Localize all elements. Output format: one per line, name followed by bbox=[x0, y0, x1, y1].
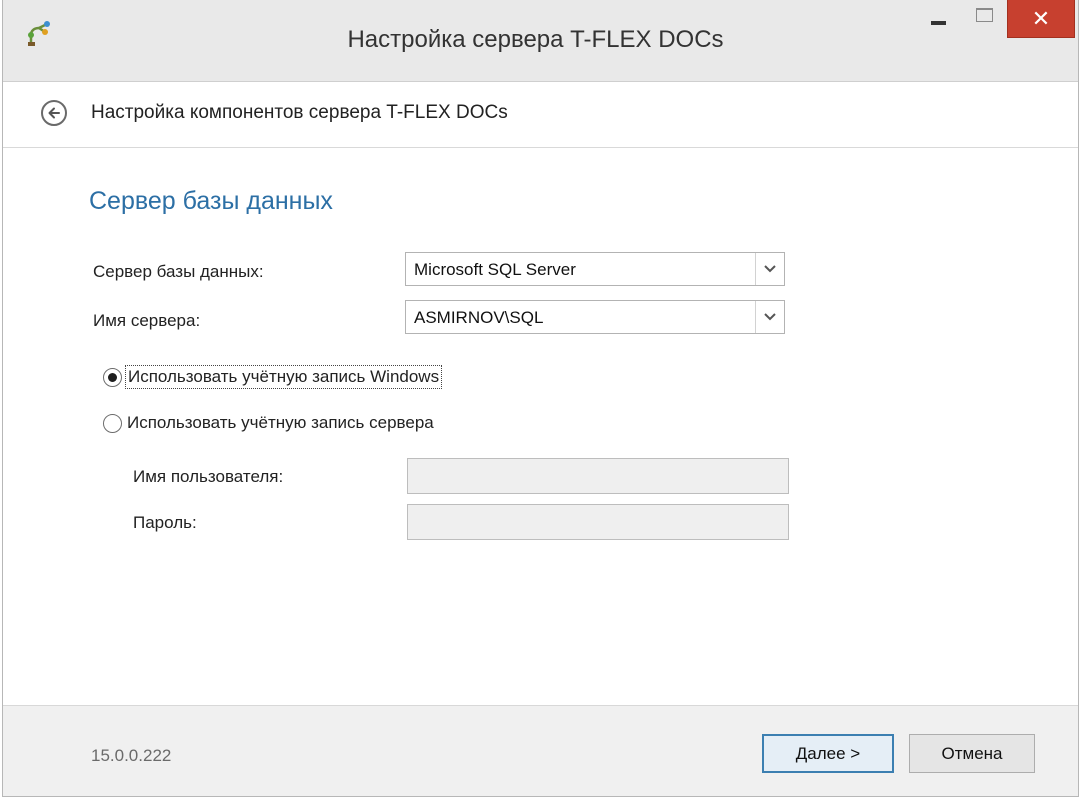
password-label: Пароль: bbox=[133, 513, 197, 532]
minimize-button[interactable] bbox=[915, 0, 961, 42]
title-bar: Настройка сервера T-FLEX DOCs ✕ bbox=[3, 0, 1078, 82]
auth-windows-radio[interactable] bbox=[103, 367, 122, 387]
page-title: Настройка компонентов сервера T-FLEX DOC… bbox=[91, 102, 508, 123]
maximize-icon bbox=[975, 8, 993, 22]
auth-server-label[interactable]: Использовать учётную запись сервера bbox=[125, 412, 436, 434]
close-icon: ✕ bbox=[1031, 5, 1051, 31]
db-server-value: Microsoft SQL Server bbox=[414, 260, 576, 279]
username-field[interactable] bbox=[407, 458, 789, 494]
version-text: 15.0.0.222 bbox=[91, 746, 172, 765]
setup-window: Настройка сервера T-FLEX DOCs ✕ Настройк… bbox=[2, 0, 1079, 797]
cancel-button[interactable]: Отмена bbox=[909, 734, 1035, 773]
chevron-down-icon[interactable] bbox=[755, 301, 784, 333]
back-button[interactable] bbox=[41, 100, 67, 126]
back-arrow-icon bbox=[48, 107, 60, 119]
server-name-select[interactable]: ASMIRNOV\SQL bbox=[405, 300, 785, 334]
chevron-down-icon[interactable] bbox=[755, 253, 784, 285]
db-server-select[interactable]: Microsoft SQL Server bbox=[405, 252, 785, 286]
auth-windows-label[interactable]: Использовать учётную запись Windows bbox=[125, 365, 443, 389]
auth-server-radio[interactable] bbox=[103, 413, 122, 433]
minimize-icon bbox=[930, 21, 946, 25]
section-title: Сервер базы данных bbox=[89, 187, 333, 215]
maximize-button[interactable] bbox=[961, 0, 1007, 42]
username-label: Имя пользователя: bbox=[133, 467, 284, 486]
password-field[interactable] bbox=[407, 504, 789, 540]
close-button[interactable]: ✕ bbox=[1007, 0, 1075, 38]
db-server-label: Сервер базы данных: bbox=[93, 262, 264, 281]
next-button[interactable]: Далее > bbox=[762, 734, 894, 773]
auth-server-option[interactable]: Использовать учётную запись сервера bbox=[103, 412, 436, 434]
auth-windows-option[interactable]: Использовать учётную запись Windows bbox=[103, 365, 443, 389]
server-name-label: Имя сервера: bbox=[93, 311, 201, 330]
footer: 15.0.0.222 Далее > Отмена bbox=[3, 705, 1078, 796]
page-header: Настройка компонентов сервера T-FLEX DOC… bbox=[3, 82, 1078, 148]
server-name-value: ASMIRNOV\SQL bbox=[414, 308, 544, 327]
